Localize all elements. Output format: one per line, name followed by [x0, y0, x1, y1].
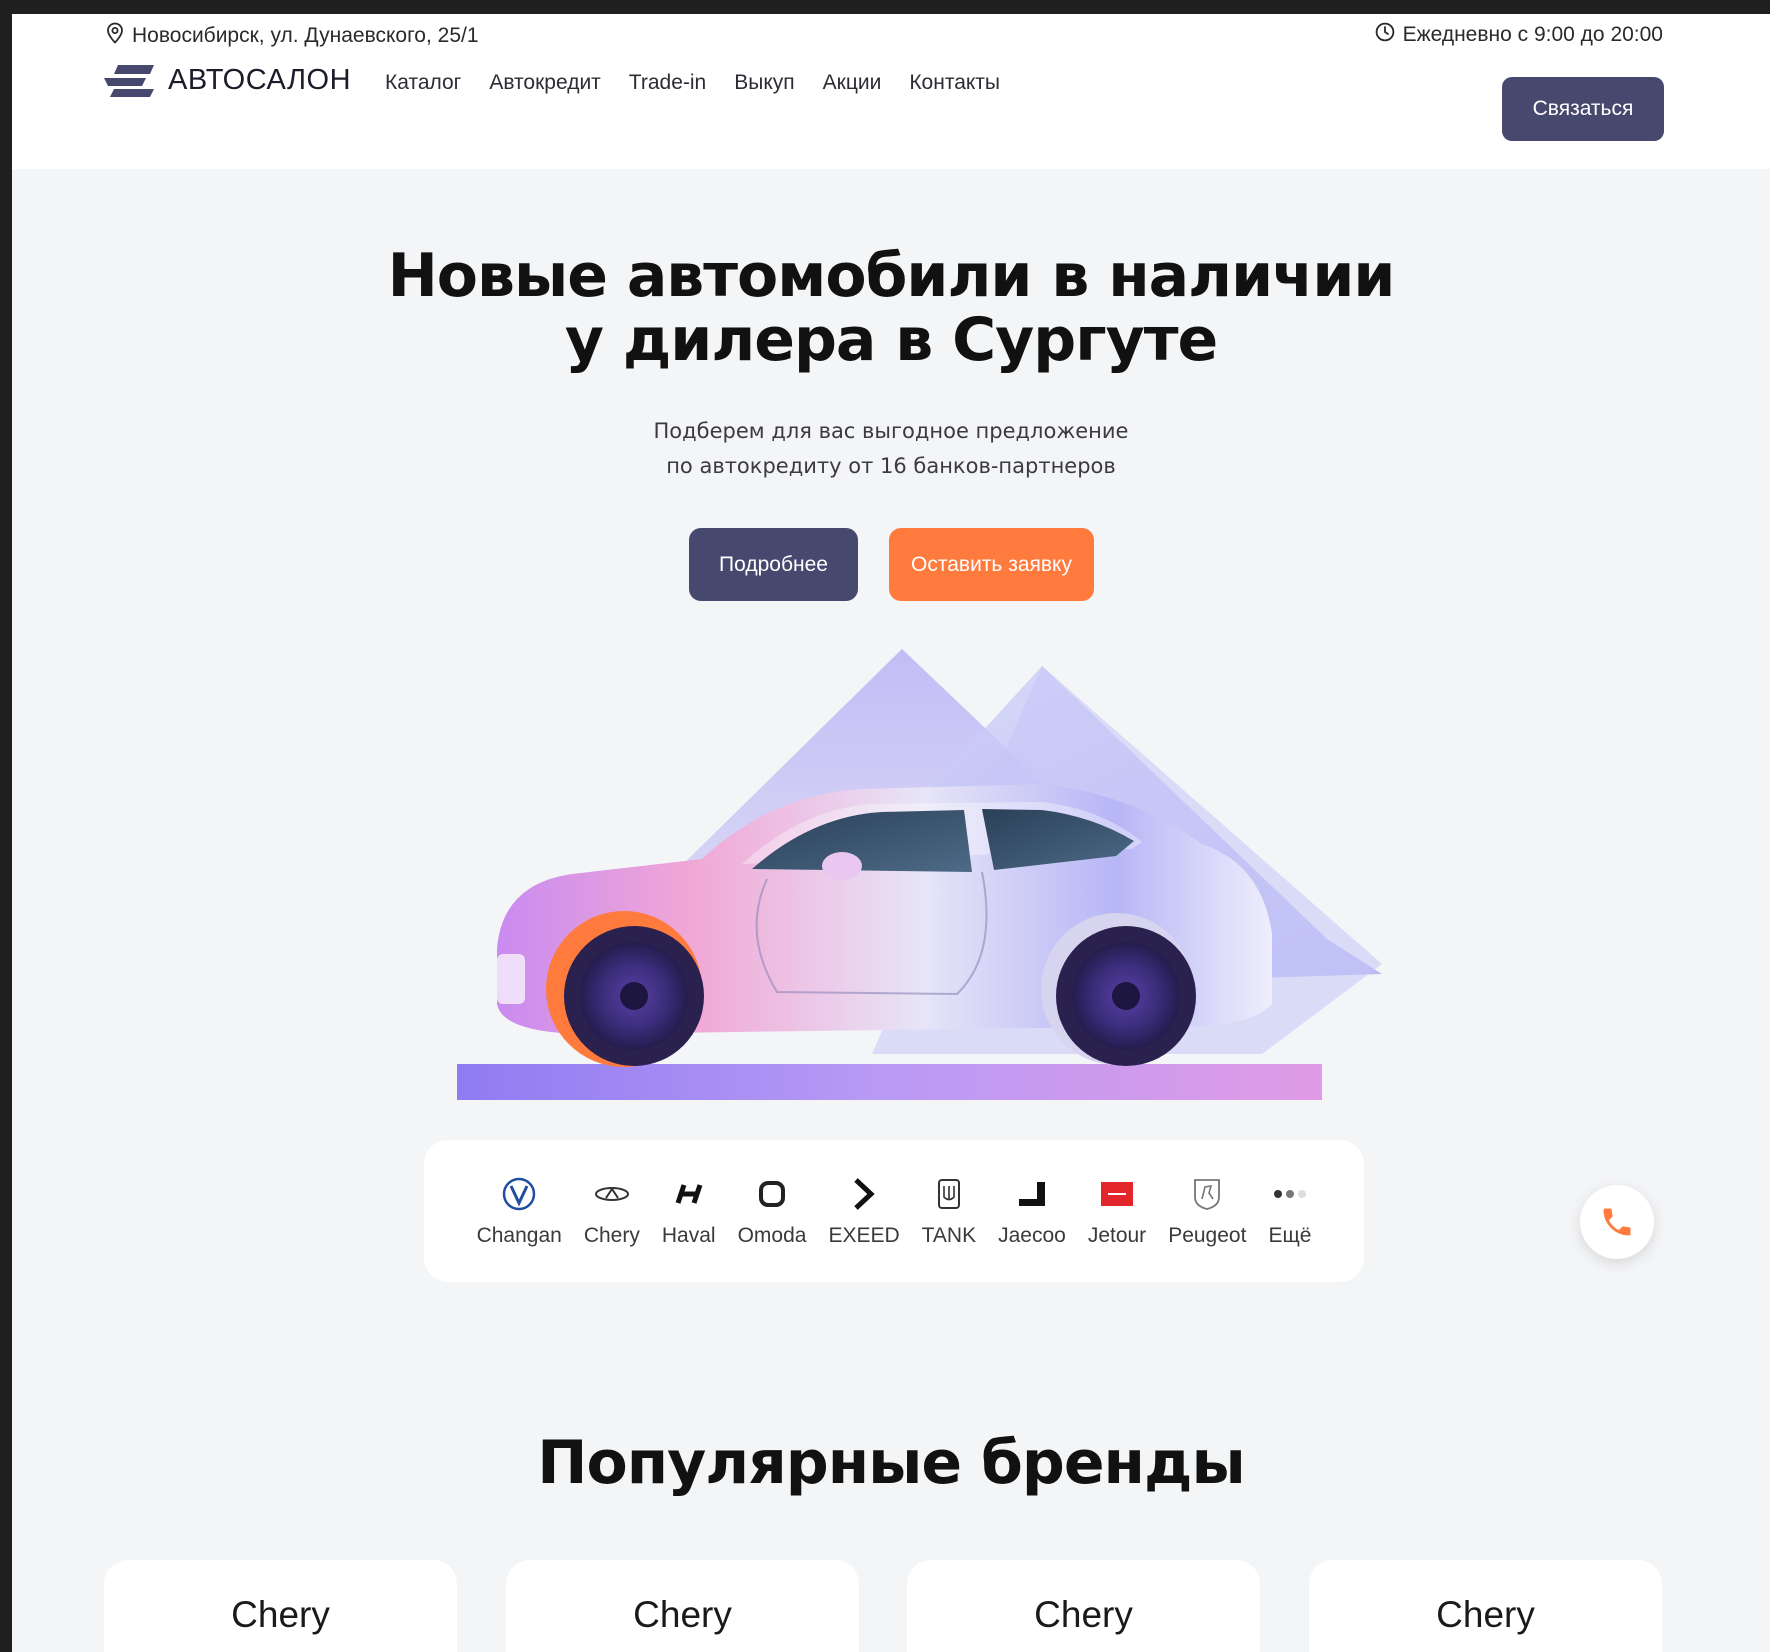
brand-jaecoo[interactable]: Jaecoo: [998, 1174, 1066, 1248]
brand-chery[interactable]: Chery: [584, 1174, 640, 1248]
logo[interactable]: АВТОСАЛОН: [104, 64, 351, 97]
hours-text: Ежедневно с 9:00 до 20:00: [1402, 23, 1663, 46]
popular-brands-title: Популярные бренды: [537, 1428, 1245, 1498]
brand-label: Jaecoo: [998, 1224, 1066, 1247]
contact-button[interactable]: Связаться: [1502, 77, 1664, 141]
location-pin-icon: [106, 22, 124, 50]
address: Новосибирск, ул. Дунаевского, 25/1: [106, 22, 479, 50]
hero-title-line-2: у дилера в Сургуте: [564, 305, 1218, 375]
brand-label: EXEED: [828, 1224, 900, 1247]
brand-peugeot[interactable]: Peugeot: [1168, 1174, 1246, 1248]
more-button[interactable]: Подробнее: [689, 528, 858, 601]
changan-logo-icon: [499, 1174, 539, 1214]
peugeot-logo-icon: [1187, 1174, 1227, 1214]
chery-logo-icon: [592, 1174, 632, 1214]
top-info-bar: Новосибирск, ул. Дунаевского, 25/1 Ежедн…: [12, 14, 1770, 54]
omoda-logo-icon: [752, 1174, 792, 1214]
nav-catalog[interactable]: Каталог: [385, 71, 461, 95]
brand-haval[interactable]: Haval: [662, 1174, 716, 1248]
popular-brands-cards: Chery Chery Chery Chery: [104, 1560, 1666, 1652]
brand-label: Changan: [476, 1224, 562, 1247]
brand-card[interactable]: Chery: [907, 1560, 1260, 1652]
hero-subtitle-line-1: Подберем для вас выгодное предложение: [653, 419, 1129, 443]
phone-icon: [1603, 1208, 1631, 1236]
brand-jetour[interactable]: Jetour: [1088, 1174, 1146, 1248]
exeed-logo-icon: [844, 1174, 884, 1214]
brand-card-title: Chery: [231, 1594, 330, 1635]
call-button[interactable]: [1580, 1185, 1654, 1259]
brand-card-title: Chery: [633, 1594, 732, 1635]
hero-subtitle-line-2: по автокредиту от 16 банков-партнеров: [666, 454, 1116, 478]
brand-card[interactable]: Chery: [104, 1560, 457, 1652]
brand-exeed[interactable]: EXEED: [828, 1174, 900, 1248]
brand-card[interactable]: Chery: [1309, 1560, 1662, 1652]
nav-trade-in[interactable]: Trade-in: [629, 71, 706, 95]
hero-subtitle: Подберем для вас выгодное предложение по…: [12, 414, 1770, 484]
hero-car-illustration: [457, 649, 1382, 1100]
brand-label: TANK: [921, 1224, 977, 1247]
brand-label: Ещё: [1268, 1224, 1312, 1247]
working-hours: Ежедневно с 9:00 до 20:00: [1375, 22, 1663, 48]
more-dots-icon: [1270, 1174, 1310, 1214]
brand-card-title: Chery: [1436, 1594, 1535, 1635]
brand-changan[interactable]: Changan: [477, 1174, 562, 1248]
nav-buyout[interactable]: Выкуп: [734, 71, 794, 95]
brand-omoda[interactable]: Omoda: [737, 1174, 807, 1248]
jaecoo-logo-icon: [1012, 1174, 1052, 1214]
main-nav: Каталог Автокредит Trade-in Выкуп Акции …: [385, 71, 1000, 95]
haval-logo-icon: [669, 1174, 709, 1214]
logo-mark-icon: [104, 64, 154, 97]
brand-more[interactable]: Ещё: [1268, 1174, 1311, 1248]
nav-autocredit[interactable]: Автокредит: [489, 71, 600, 95]
jetour-logo-icon: [1097, 1174, 1137, 1214]
hero-title: Новые автомобили в наличии у дилера в Су…: [12, 244, 1770, 372]
clock-icon: [1375, 22, 1395, 48]
brand-label: Omoda: [737, 1224, 807, 1247]
brand-label: Jetour: [1087, 1224, 1147, 1247]
brand-card-title: Chery: [1034, 1594, 1133, 1635]
apply-button[interactable]: Оставить заявку: [889, 528, 1094, 601]
brand-strip: Changan Chery Haval Omoda EXEED TANK Jae…: [424, 1140, 1364, 1282]
nav-promotions[interactable]: Акции: [823, 71, 882, 95]
brand-tank[interactable]: TANK: [922, 1174, 976, 1248]
brand-label: Haval: [661, 1224, 716, 1247]
nav-contacts[interactable]: Контакты: [909, 71, 1000, 95]
logo-text: АВТОСАЛОН: [168, 64, 352, 96]
brand-card[interactable]: Chery: [506, 1560, 859, 1652]
page: Новосибирск, ул. Дунаевского, 25/1 Ежедн…: [12, 14, 1770, 1652]
address-text: Новосибирск, ул. Дунаевского, 25/1: [132, 24, 479, 47]
brand-label: Chery: [583, 1224, 640, 1247]
hero-title-line-1: Новые автомобили в наличии: [387, 241, 1396, 311]
brand-label: Peugeot: [1168, 1224, 1247, 1247]
tank-logo-icon: [929, 1174, 969, 1214]
